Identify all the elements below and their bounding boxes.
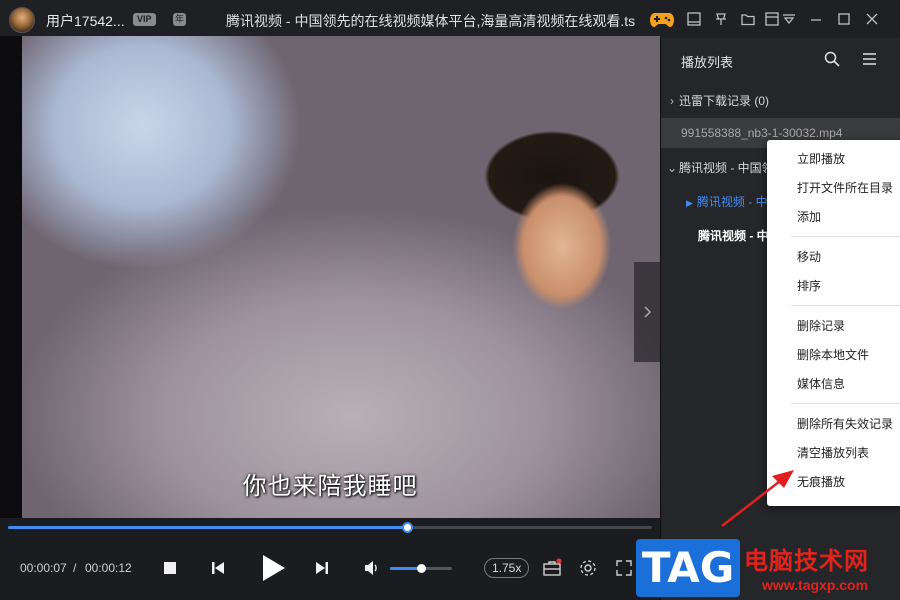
title-bar: 用户17542... VIP 年 腾讯视频 - 中国领先的在线视频媒体平台,海量…	[0, 0, 900, 38]
menu-item-media-info[interactable]: 媒体信息	[767, 371, 900, 397]
toolbox-button[interactable]	[541, 557, 563, 579]
volume-knob[interactable]	[417, 564, 426, 573]
menu-dropdown-icon[interactable]	[779, 9, 799, 29]
vip-badge: VIP	[133, 13, 156, 26]
menu-item-delete-local-file[interactable]: 删除本地文件	[767, 342, 900, 368]
list-item-label: 腾讯视频 - 中	[698, 229, 769, 243]
folder-icon[interactable]	[738, 9, 758, 29]
current-time: 00:00:07	[20, 561, 67, 575]
menu-item-add[interactable]: 添加	[767, 204, 900, 230]
menu-item-incognito-play[interactable]: 无痕播放	[767, 469, 900, 495]
menu-divider	[791, 305, 900, 306]
menu-divider	[791, 236, 900, 237]
list-item-label: 迅雷下载记录 (0)	[679, 94, 770, 108]
chevron-down-icon: ⌄	[666, 161, 678, 175]
playlist-header: 播放列表	[661, 38, 900, 82]
settings-button[interactable]	[577, 557, 599, 579]
gear-icon	[580, 560, 596, 576]
menu-item-sort[interactable]: 排序	[767, 273, 900, 299]
mini-player-icon[interactable]	[684, 9, 704, 29]
skip-forward-icon	[316, 562, 328, 574]
play-button[interactable]	[255, 550, 291, 586]
control-bar: 00:00:07 / 00:00:12 1.75x	[0, 536, 660, 600]
close-icon[interactable]	[862, 9, 882, 29]
avatar[interactable]	[9, 7, 35, 33]
volume-icon	[365, 561, 377, 575]
menu-item-delete-record[interactable]: 删除记录	[767, 313, 900, 339]
menu-item-open-folder[interactable]: 打开文件所在目录	[767, 175, 900, 201]
volume-button[interactable]	[362, 558, 382, 578]
maximize-icon[interactable]	[834, 9, 854, 29]
year-badge: 年	[173, 13, 186, 26]
window-title: 腾讯视频 - 中国领先的在线视频媒体平台,海量高清视频在线观看.ts	[226, 13, 636, 29]
playing-indicator-icon: ▶	[686, 198, 693, 208]
speed-button[interactable]: 1.75x	[484, 558, 530, 578]
toolbox-icon	[543, 558, 562, 576]
progress-bar[interactable]	[8, 522, 652, 533]
video-area[interactable]: 你也来陪我睡吧	[0, 36, 660, 518]
list-menu-icon[interactable]	[862, 52, 877, 66]
username[interactable]: 用户17542...	[46, 11, 125, 31]
fullscreen-button[interactable]	[613, 557, 635, 579]
list-item-label: 腾讯视频 - 中国领	[679, 161, 774, 175]
menu-divider	[791, 403, 900, 404]
progress-fill	[8, 526, 408, 529]
previous-button[interactable]	[207, 558, 229, 578]
chevron-right-icon: ›	[670, 94, 674, 108]
subtitle-text: 你也来陪我睡吧	[242, 473, 418, 500]
gamepad-icon[interactable]	[650, 9, 674, 29]
time-separator: /	[73, 561, 77, 575]
playlist-toggle-handle[interactable]	[634, 262, 660, 362]
pin-icon[interactable]	[711, 9, 731, 29]
watermark-site-name: 电脑技术网	[744, 548, 869, 575]
menu-item-move[interactable]: 移动	[767, 244, 900, 270]
list-item-label: 腾讯视频 - 中	[696, 195, 768, 209]
watermark: TAG 电脑技术网 www.tagxp.com	[636, 537, 900, 600]
minimize-icon[interactable]	[806, 9, 826, 29]
menu-item-play-now[interactable]: 立即播放	[767, 146, 900, 172]
total-time: 00:00:12	[85, 561, 132, 575]
progress-knob[interactable]	[402, 522, 414, 533]
play-icon	[263, 555, 285, 581]
watermark-url: www.tagxp.com	[762, 577, 869, 593]
search-icon[interactable]	[824, 51, 840, 67]
menu-item-clear-playlist[interactable]: 清空播放列表	[767, 440, 900, 466]
stop-icon	[164, 562, 176, 574]
skip-back-icon	[212, 562, 224, 574]
playlist-title: 播放列表	[681, 55, 734, 70]
fullscreen-icon	[616, 560, 632, 576]
video-frame	[22, 36, 660, 518]
menu-item-delete-invalid[interactable]: 删除所有失效记录	[767, 411, 900, 437]
playlist-group-xunlei[interactable]: › 迅雷下载记录 (0)	[661, 86, 900, 116]
watermark-tag-logo: TAG	[636, 539, 740, 597]
context-menu: 立即播放 打开文件所在目录 添加 移动 排序 删除记录 删除本地文件 媒体信息 …	[767, 140, 900, 506]
next-button[interactable]	[311, 558, 333, 578]
stop-button[interactable]	[160, 558, 180, 578]
chevron-right-icon	[644, 306, 652, 318]
volume-slider[interactable]	[390, 564, 452, 573]
list-item-label: 991558388_nb3-1-30032.mp4	[681, 126, 843, 140]
